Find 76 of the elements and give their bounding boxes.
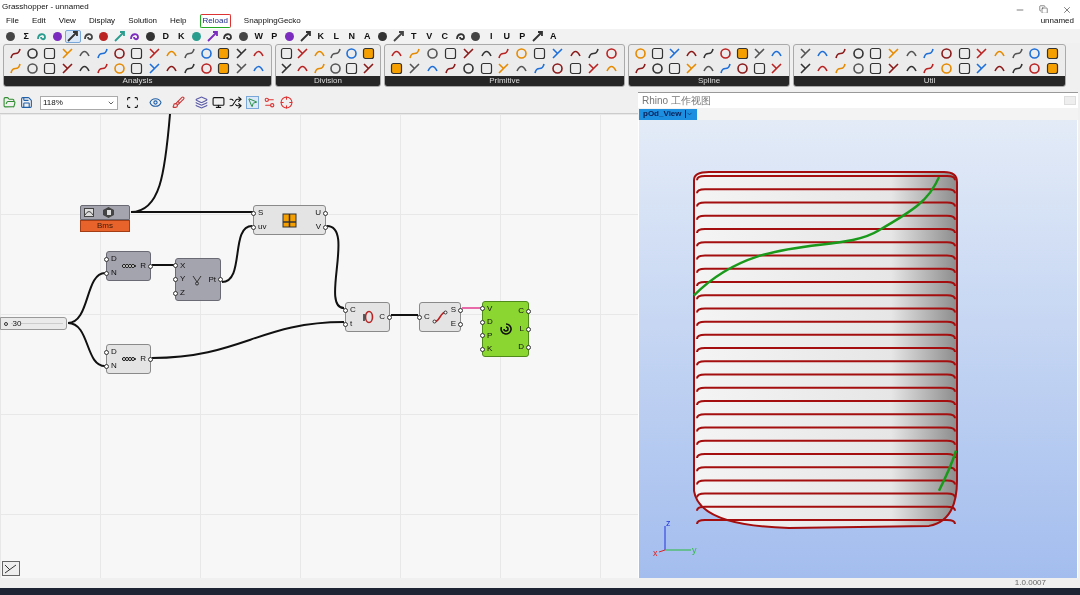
component-tab[interactable]: K — [313, 29, 329, 43]
panel-title: Analysis — [4, 76, 271, 86]
menu-item[interactable]: Solution — [128, 15, 158, 27]
component-node[interactable]: D N R — [106, 251, 151, 281]
number-slider[interactable]: 30 — [0, 317, 67, 330]
input-label: Y — [180, 275, 186, 284]
component-tab[interactable]: L — [328, 29, 344, 43]
axis-label: y — [692, 545, 697, 555]
component-tab[interactable]: U — [499, 29, 515, 43]
output-label: R — [140, 355, 146, 363]
menu-item[interactable]: Help — [170, 15, 187, 27]
input-label: D — [487, 318, 493, 327]
component-tab[interactable]: K — [173, 29, 189, 43]
document-name: unnamed — [1040, 15, 1074, 27]
menu-item[interactable]: Edit — [31, 15, 46, 27]
output-label: C — [518, 307, 524, 315]
component-tab[interactable]: P — [514, 29, 530, 43]
component-tab[interactable]: A — [545, 29, 561, 43]
input-label: Z — [180, 289, 185, 298]
window-title: Grasshopper - unnamed — [2, 0, 89, 13]
panel-title: Spline — [629, 76, 789, 86]
zoom-dropdown[interactable]: 118% — [40, 95, 118, 110]
component-node[interactable]: X Y Z Pt — [175, 258, 221, 301]
viewport-tab[interactable]: pOd_View — [639, 108, 697, 120]
output-label: R — [140, 262, 146, 270]
input-label: t — [350, 320, 353, 328]
component-tab[interactable]: A — [359, 29, 375, 43]
input-label: V — [487, 304, 493, 313]
component-tab[interactable]: P — [266, 29, 282, 43]
viewport[interactable]: z x y — [639, 120, 1077, 578]
component-tab[interactable]: D — [158, 29, 174, 43]
component-node[interactable]: C S E — [419, 302, 461, 332]
output-label: V — [315, 223, 321, 231]
output-label: C — [379, 313, 385, 321]
slider-value[interactable]: 30 — [12, 319, 22, 328]
menu-item[interactable]: File — [6, 15, 19, 27]
component-tab[interactable]: T — [406, 29, 422, 43]
component-tab[interactable]: N — [344, 29, 360, 43]
input-label: K — [487, 345, 493, 354]
panel-title: Division — [276, 76, 380, 86]
input-label: N — [111, 269, 117, 277]
input-label: C — [424, 313, 430, 321]
menu-item[interactable]: SnappingGecko — [243, 15, 301, 27]
output-label: D — [518, 343, 524, 351]
input-label: S — [258, 209, 264, 217]
component-tab[interactable]: I — [483, 29, 499, 43]
component-tab[interactable]: W — [251, 29, 267, 43]
panel-title: Primitive — [385, 76, 624, 86]
output-label: Pt — [208, 275, 216, 284]
input-label: P — [487, 331, 493, 340]
output-label: L — [519, 325, 524, 333]
param-label: Bms — [80, 220, 130, 232]
version-label: 1.0.0007 — [1014, 579, 1046, 587]
input-label: N — [111, 362, 117, 370]
canvas[interactable]: Bms S uv U V D N R X Y Z Pt 30 C t C C S E V D P K C L D D N R — [0, 113, 638, 578]
component-node[interactable]: S uv U V — [253, 205, 326, 235]
output-label: U — [315, 209, 321, 217]
axis-label: x — [653, 548, 658, 558]
component-node[interactable]: D N R — [106, 344, 151, 374]
panel-title: Util — [794, 76, 1065, 86]
input-label: D — [111, 348, 117, 356]
input-label: D — [111, 255, 117, 263]
menu-item[interactable]: Display — [88, 15, 116, 27]
component-tab[interactable]: C — [437, 29, 453, 43]
output-label: S — [450, 306, 456, 314]
panel-title: Rhino 工作视图 — [642, 94, 711, 108]
axis-label: z — [666, 518, 671, 528]
component-tab[interactable]: V — [421, 29, 437, 43]
component-tab[interactable]: Σ — [18, 29, 34, 43]
component-node[interactable]: C t C — [345, 302, 390, 332]
component-node[interactable]: V D P K C L D — [482, 301, 529, 357]
input-label: X — [180, 261, 186, 270]
output-label: E — [450, 320, 456, 328]
menu-item[interactable]: View — [58, 15, 76, 27]
input-label: C — [350, 306, 356, 314]
input-label: uv — [258, 223, 267, 231]
